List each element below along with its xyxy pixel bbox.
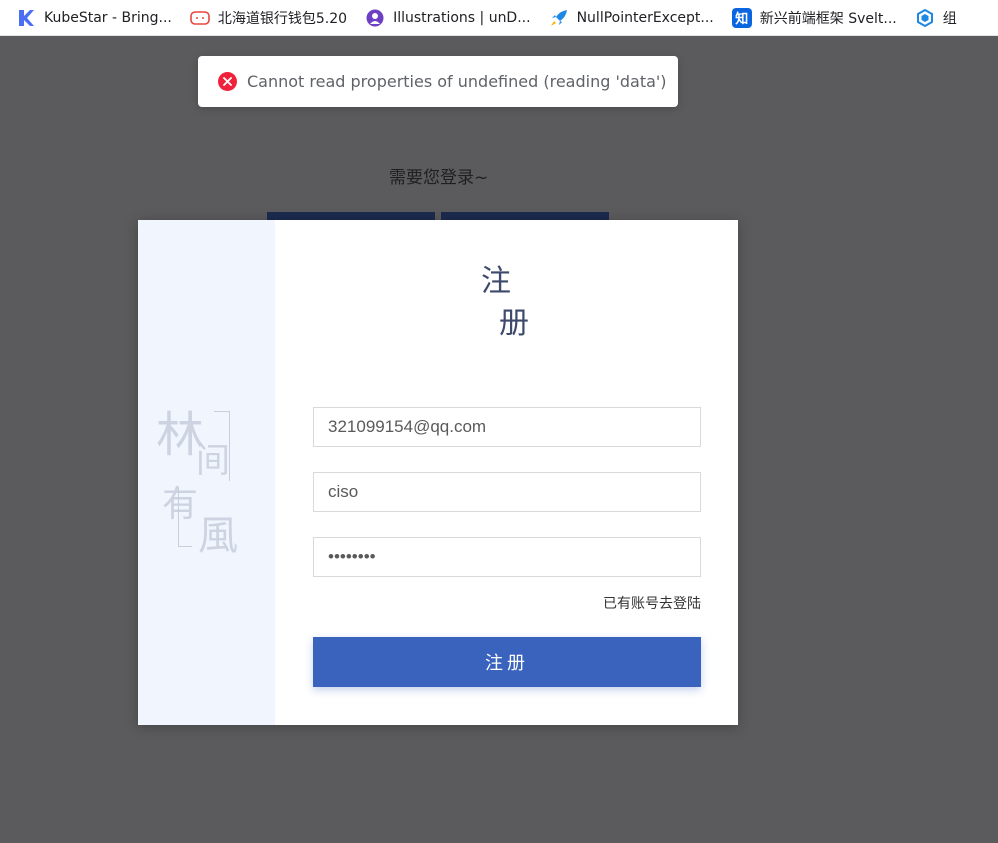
seal-char: 風: [198, 513, 238, 559]
bookmarks-bar: KubeStar - Bring... 北海道银行钱包5.20 Illustra…: [0, 0, 998, 36]
bookmark-hex[interactable]: 组: [915, 4, 957, 32]
error-icon: [218, 72, 237, 91]
title-char: 册: [499, 306, 529, 341]
seal-char: 有: [162, 484, 199, 525]
bookmark-label: NullPointerExcept...: [576, 9, 714, 26]
rocket-icon: [549, 8, 569, 28]
need-login-text: 需要您登录~: [389, 168, 489, 188]
bookmark-label: 新兴前端框架 Svelt...: [759, 10, 897, 27]
kubestar-icon: [16, 8, 36, 28]
hex-icon: [915, 8, 935, 28]
username-field[interactable]: [313, 472, 701, 512]
register-modal: 林 间 有 風 注 册 已有账号去登陆 注册: [138, 220, 738, 725]
password-field[interactable]: [313, 537, 701, 577]
calligraphy-seal: 林 间 有 風: [156, 395, 260, 559]
bookmark-label: Illustrations | unD...: [393, 9, 531, 26]
register-button[interactable]: 注册: [313, 637, 701, 687]
bookmark-wallet[interactable]: 北海道银行钱包5.20: [190, 4, 347, 32]
bookmark-kubestar[interactable]: KubeStar - Bring...: [16, 4, 172, 32]
bookmark-zhihu[interactable]: 知 新兴前端框架 Svelt...: [731, 4, 897, 32]
title-char: 注: [481, 264, 511, 299]
bookmark-undraw[interactable]: Illustrations | unD...: [365, 4, 531, 32]
bookmark-nullpointer[interactable]: NullPointerExcept...: [549, 4, 714, 32]
toast-message: Cannot read properties of undefined (rea…: [247, 72, 667, 91]
error-toast: Cannot read properties of undefined (rea…: [198, 56, 678, 107]
undraw-icon: [365, 8, 385, 28]
bookmark-label: KubeStar - Bring...: [44, 9, 172, 26]
wallet-icon: [190, 8, 210, 28]
zhihu-icon: 知: [731, 7, 752, 28]
bookmark-label: 组: [942, 10, 957, 27]
seal-char: 间: [196, 441, 230, 481]
email-field[interactable]: [313, 407, 701, 447]
register-title: 注 册: [481, 256, 541, 341]
modal-side-panel: 林 间 有 風: [138, 220, 275, 725]
goto-login-link[interactable]: 已有账号去登陆: [596, 593, 701, 613]
bookmark-label: 北海道银行钱包5.20: [217, 10, 348, 27]
